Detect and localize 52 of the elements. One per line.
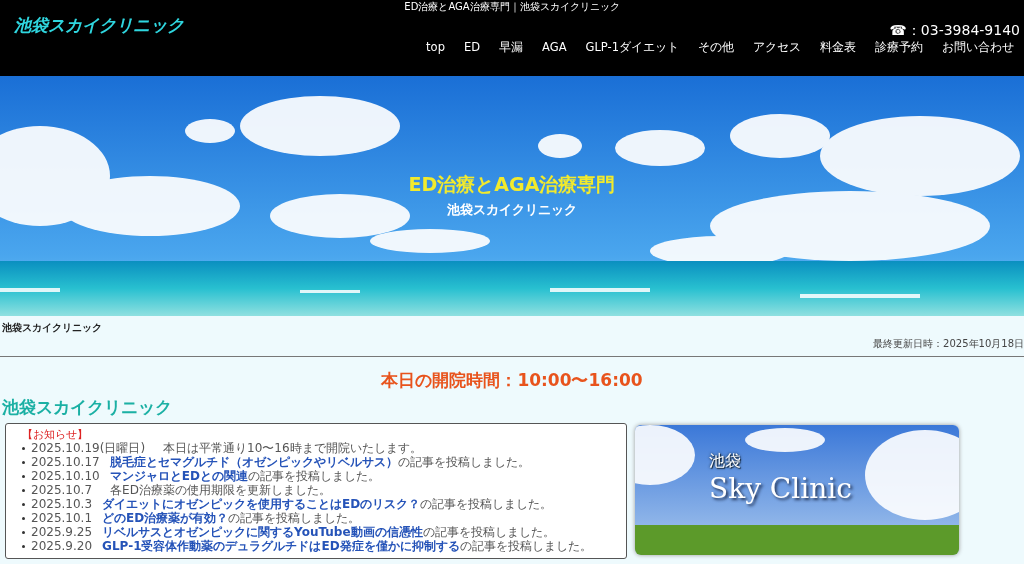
- nav-link[interactable]: その他: [698, 40, 734, 55]
- hero-headline: ED治療とAGA治療専門: [408, 172, 616, 197]
- news-text: の記事を投稿しました。: [420, 497, 553, 511]
- nav-link[interactable]: アクセス: [753, 40, 801, 55]
- hero-subtitle: 池袋スカイクリニック: [447, 201, 577, 219]
- bullet-icon: [22, 474, 25, 478]
- nav-link[interactable]: 早漏: [499, 40, 524, 55]
- phone-number: ☎：03-3984-9140: [889, 22, 1020, 40]
- news-date: 2025.9.20: [31, 539, 93, 553]
- news-date: 2025.10.19(日曜日): [31, 441, 146, 455]
- news-text: の記事を投稿しました。: [228, 511, 361, 525]
- banner-name: Sky Clinic: [709, 472, 852, 505]
- bullet-icon: [22, 460, 25, 464]
- bullet-icon: [22, 530, 25, 534]
- bullet-icon: [22, 488, 25, 492]
- bullet-icon: [22, 502, 25, 506]
- news-date: 2025.10.7: [31, 483, 93, 497]
- last-updated-text: 最終更新日時：2025年10月18日: [873, 337, 1024, 351]
- news-date: 2025.10.3: [31, 497, 93, 511]
- news-date: 2025.10.10: [31, 469, 100, 483]
- nav-link[interactable]: 料金表: [820, 40, 856, 55]
- article-link[interactable]: マンジャロとEDとの関連: [109, 469, 248, 483]
- nav-link[interactable]: GLP-1ダイエット: [585, 40, 679, 55]
- nav-link[interactable]: AGA: [542, 40, 567, 55]
- article-link[interactable]: GLP-1受容体作動薬のデュラグルチドはED発症を僅かに抑制する: [102, 539, 460, 553]
- bullet-icon: [22, 516, 25, 520]
- nav-link[interactable]: お問い合わせ: [942, 40, 1014, 55]
- article-link[interactable]: 脱毛症とセマグルチド（オゼンピックやリベルサス）: [109, 455, 398, 469]
- article-link[interactable]: どのED治療薬が有効？: [102, 511, 229, 525]
- clinic-heading: 池袋スカイクリニック: [1, 396, 173, 419]
- nav-link[interactable]: top: [426, 40, 445, 55]
- news-date: 2025.10.1: [31, 511, 93, 525]
- news-text: 本日は平常通り10〜16時まで開院いたします。: [163, 441, 422, 455]
- news-text: 各ED治療薬の使用期限を更新しました。: [110, 483, 331, 497]
- bullet-icon: [22, 446, 25, 450]
- banner-kanji: 池袋: [709, 451, 742, 472]
- opening-hours-heading: 本日の開院時間：10:00〜16:00: [381, 369, 643, 392]
- breadcrumb-text: 池袋スカイクリニック: [1, 321, 103, 335]
- news-text: の記事を投稿しました。: [459, 539, 592, 553]
- article-link[interactable]: ダイエットにオゼンピックを使用することはEDのリスク？: [102, 497, 421, 511]
- news-date: 2025.10.17: [31, 455, 100, 469]
- news-text: の記事を投稿しました。: [397, 455, 530, 469]
- bullet-icon: [22, 544, 25, 548]
- page-title: ED治療とAGA治療専門｜池袋スカイクリニック: [403, 0, 621, 12]
- nav-link[interactable]: 診療予約: [875, 40, 923, 55]
- nav-link[interactable]: ED: [463, 40, 481, 55]
- news-title: 【お知らせ】: [21, 428, 89, 441]
- news-date: 2025.9.25: [31, 525, 93, 539]
- article-link[interactable]: リベルサスとオゼンピックに関するYouTube動画の信憑性: [102, 525, 423, 539]
- news-text: の記事を投稿しました。: [247, 469, 380, 483]
- site-logo[interactable]: 池袋スカイクリニック: [14, 14, 184, 37]
- news-text: の記事を投稿しました。: [422, 525, 555, 539]
